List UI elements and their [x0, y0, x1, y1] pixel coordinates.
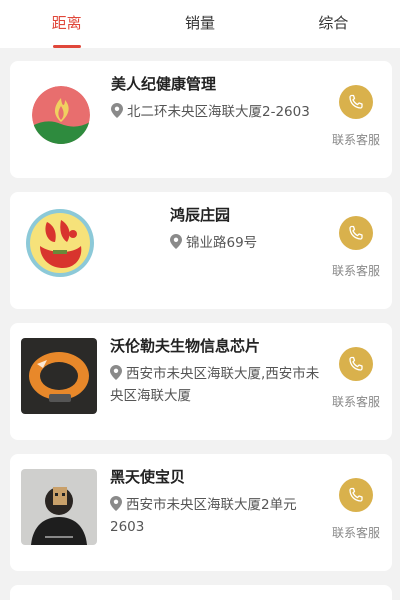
store-name: 鸿辰庄园: [170, 206, 231, 224]
sort-tabs: 距离 销量 综合: [0, 0, 400, 48]
call-button[interactable]: [339, 216, 373, 250]
store-address: 北二环未央区海联大厦2-2603: [111, 101, 326, 123]
store-photo-portrait: [21, 469, 97, 545]
contact-service-label[interactable]: 联系客服: [332, 524, 380, 541]
location-pin-icon: [170, 234, 182, 249]
tab-sales[interactable]: 销量: [133, 0, 266, 48]
contact-service-label[interactable]: 联系客服: [332, 393, 380, 410]
phone-icon: [349, 94, 363, 109]
contact-service-label[interactable]: 联系客服: [332, 131, 380, 148]
store-card[interactable]: 黑天使宝贝 西安市未央区海联大厦2单元2603 联系客服: [10, 454, 392, 571]
phone-icon: [349, 356, 363, 371]
call-button[interactable]: [339, 85, 373, 119]
store-address: 西安市未央区海联大厦2单元2603: [110, 494, 322, 538]
store-card[interactable]: 鸿辰庄园 锦业路69号 联系客服: [10, 192, 392, 309]
store-card[interactable]: 沃伦勒夫生物信息芯片 西安市未央区海联大厦,西安市未央区海联大厦 联系客服: [10, 323, 392, 440]
store-address-text: 北二环未央区海联大厦2-2603: [127, 104, 310, 120]
store-address: 锦业路69号: [170, 232, 330, 254]
phone-icon: [349, 225, 363, 240]
store-address-text: 西安市未央区海联大厦2单元2603: [110, 497, 297, 535]
contact-service-label[interactable]: 联系客服: [332, 262, 380, 279]
active-tab-indicator: [52, 45, 81, 48]
store-address: 西安市未央区海联大厦,西安市未央区海联大厦: [110, 363, 322, 407]
tab-distance-label: 距离: [51, 13, 82, 32]
store-list: 美人纪健康管理 北二环未央区海联大厦2-2603 联系客服 鸿辰庄园 锦业路69…: [10, 61, 392, 585]
store-name: 黑天使宝贝: [110, 468, 186, 486]
store-address-text: 西安市未央区海联大厦,西安市未央区海联大厦: [110, 366, 320, 404]
store-photo-band: [21, 338, 97, 414]
store-logo-duck: [25, 208, 95, 278]
store-address-text: 锦业路69号: [186, 235, 258, 251]
tab-overall[interactable]: 综合: [267, 0, 400, 48]
store-name: 美人纪健康管理: [111, 75, 217, 93]
tab-overall-label: 综合: [318, 13, 349, 32]
tab-sales-label: 销量: [184, 13, 215, 32]
location-pin-icon: [111, 103, 123, 118]
store-logo-flame: [32, 86, 90, 144]
store-card[interactable]: 美人纪健康管理 北二环未央区海联大厦2-2603 联系客服: [10, 61, 392, 178]
location-pin-icon: [110, 365, 122, 380]
store-name: 沃伦勒夫生物信息芯片: [110, 337, 261, 355]
store-card-partial[interactable]: [10, 585, 392, 600]
tab-distance[interactable]: 距离: [0, 0, 133, 48]
call-button[interactable]: [339, 478, 373, 512]
location-pin-icon: [110, 496, 122, 511]
call-button[interactable]: [339, 347, 373, 381]
phone-icon: [349, 487, 363, 502]
